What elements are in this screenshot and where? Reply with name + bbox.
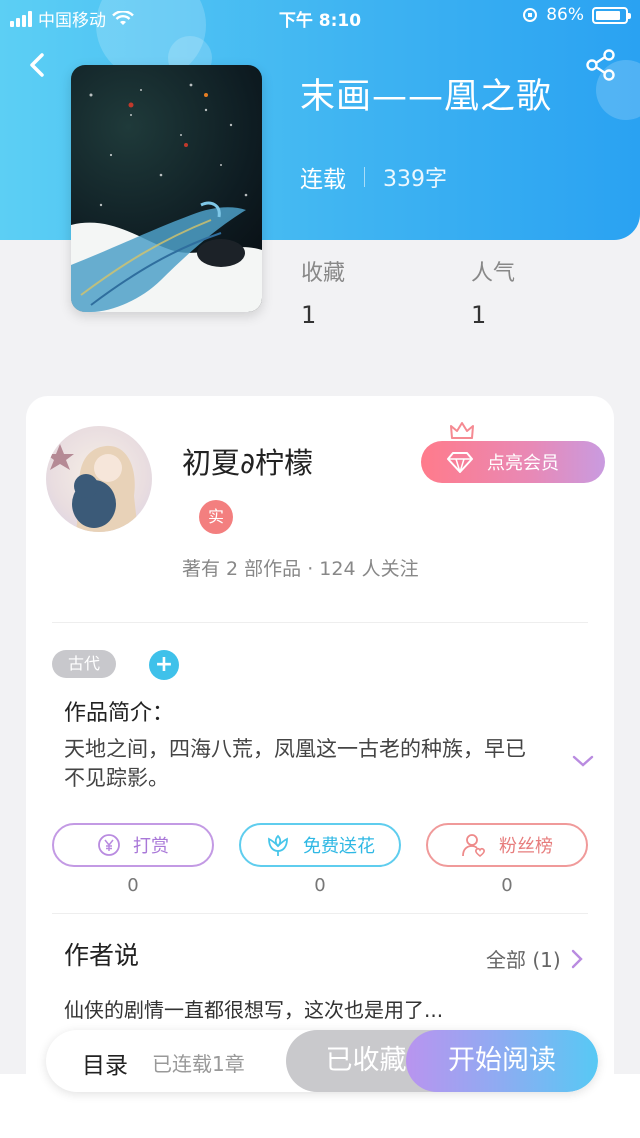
avatar[interactable]	[46, 426, 152, 532]
yen-icon	[98, 834, 120, 856]
chevron-down-icon[interactable]	[572, 754, 594, 768]
book-title: 末画——凰之歌	[300, 77, 553, 117]
author-says-title: 作者说	[64, 941, 140, 970]
fans-rank-label: 粉丝榜	[499, 836, 553, 857]
battery-icon	[592, 6, 631, 24]
stat-popularity: 人气 1	[471, 255, 515, 329]
book-status: 连载	[300, 167, 346, 193]
intro-title: 作品简介：	[64, 701, 175, 726]
stat-value: 1	[471, 301, 487, 329]
author-says-all-link[interactable]: 全部 (1)	[486, 944, 583, 973]
fan-icon	[462, 834, 485, 858]
avatar-illustration	[46, 444, 138, 532]
verified-badge: 实	[199, 500, 233, 534]
intro-text: 天地之间，四海八荒，凤凰这一古老的种族，早已不见踪影。	[64, 737, 526, 790]
add-tag-button[interactable]: +	[149, 650, 179, 680]
divider	[52, 913, 588, 914]
toc-button[interactable]: 目录	[82, 1046, 128, 1080]
tag-chip[interactable]: 古代	[52, 650, 116, 678]
flower-icon	[268, 834, 288, 856]
fans-rank-button[interactable]: 粉丝榜	[426, 823, 588, 867]
send-flower-button[interactable]: 免费送花	[239, 823, 401, 867]
vip-button[interactable]: 点亮会员	[421, 441, 605, 483]
author-says-all-label: 全部 (1)	[486, 948, 561, 972]
divider	[52, 622, 588, 623]
share-icon[interactable]	[584, 48, 618, 82]
book-meta: 连载 339字	[300, 160, 447, 194]
author-says-text[interactable]: 仙侠的剧情一直都很想写，这次也是用了...	[64, 994, 584, 1023]
reward-label: 打赏	[133, 836, 169, 857]
battery-percent: 86%	[546, 5, 584, 25]
back-icon[interactable]	[20, 48, 54, 82]
author-subtitle: 著有 2 部作品 · 124 人关注	[182, 558, 419, 580]
stat-value: 1	[301, 301, 317, 329]
stat-label: 人气	[471, 261, 516, 286]
vip-label: 点亮会员	[487, 453, 559, 474]
diamond-icon	[447, 452, 473, 473]
stat-collect: 收藏 1	[301, 255, 345, 329]
chevron-right-icon	[571, 949, 583, 968]
fans-count: 0	[501, 875, 513, 896]
start-reading-button[interactable]: 开始阅读	[406, 1030, 598, 1092]
stat-label: 收藏	[301, 261, 346, 286]
toc-subtitle[interactable]: 已连载1章	[152, 1048, 245, 1077]
bottom-action-bar: 目录 已连载1章 已收藏 开始阅读	[46, 1030, 598, 1092]
send-flower-label: 免费送花	[303, 836, 375, 857]
flower-count: 0	[314, 875, 326, 896]
author-name[interactable]: 初夏∂柠檬	[182, 440, 313, 482]
reward-button[interactable]: 打赏	[52, 823, 214, 867]
word-count: 339字	[383, 167, 447, 192]
add-icon: +	[154, 652, 174, 677]
reward-count: 0	[127, 875, 139, 896]
phoenix-illustration	[71, 83, 262, 312]
orientation-lock-icon	[523, 8, 538, 22]
crown-icon	[450, 422, 474, 439]
meta-divider	[364, 167, 365, 187]
book-cover[interactable]	[71, 65, 262, 312]
detail-card: 初夏∂柠檬 实 著有 2 部作品 · 124 人关注 点亮会员 古代 + 作品简…	[26, 396, 614, 1096]
status-bar: 中国移动 下午 8:10 86%	[0, 0, 640, 34]
